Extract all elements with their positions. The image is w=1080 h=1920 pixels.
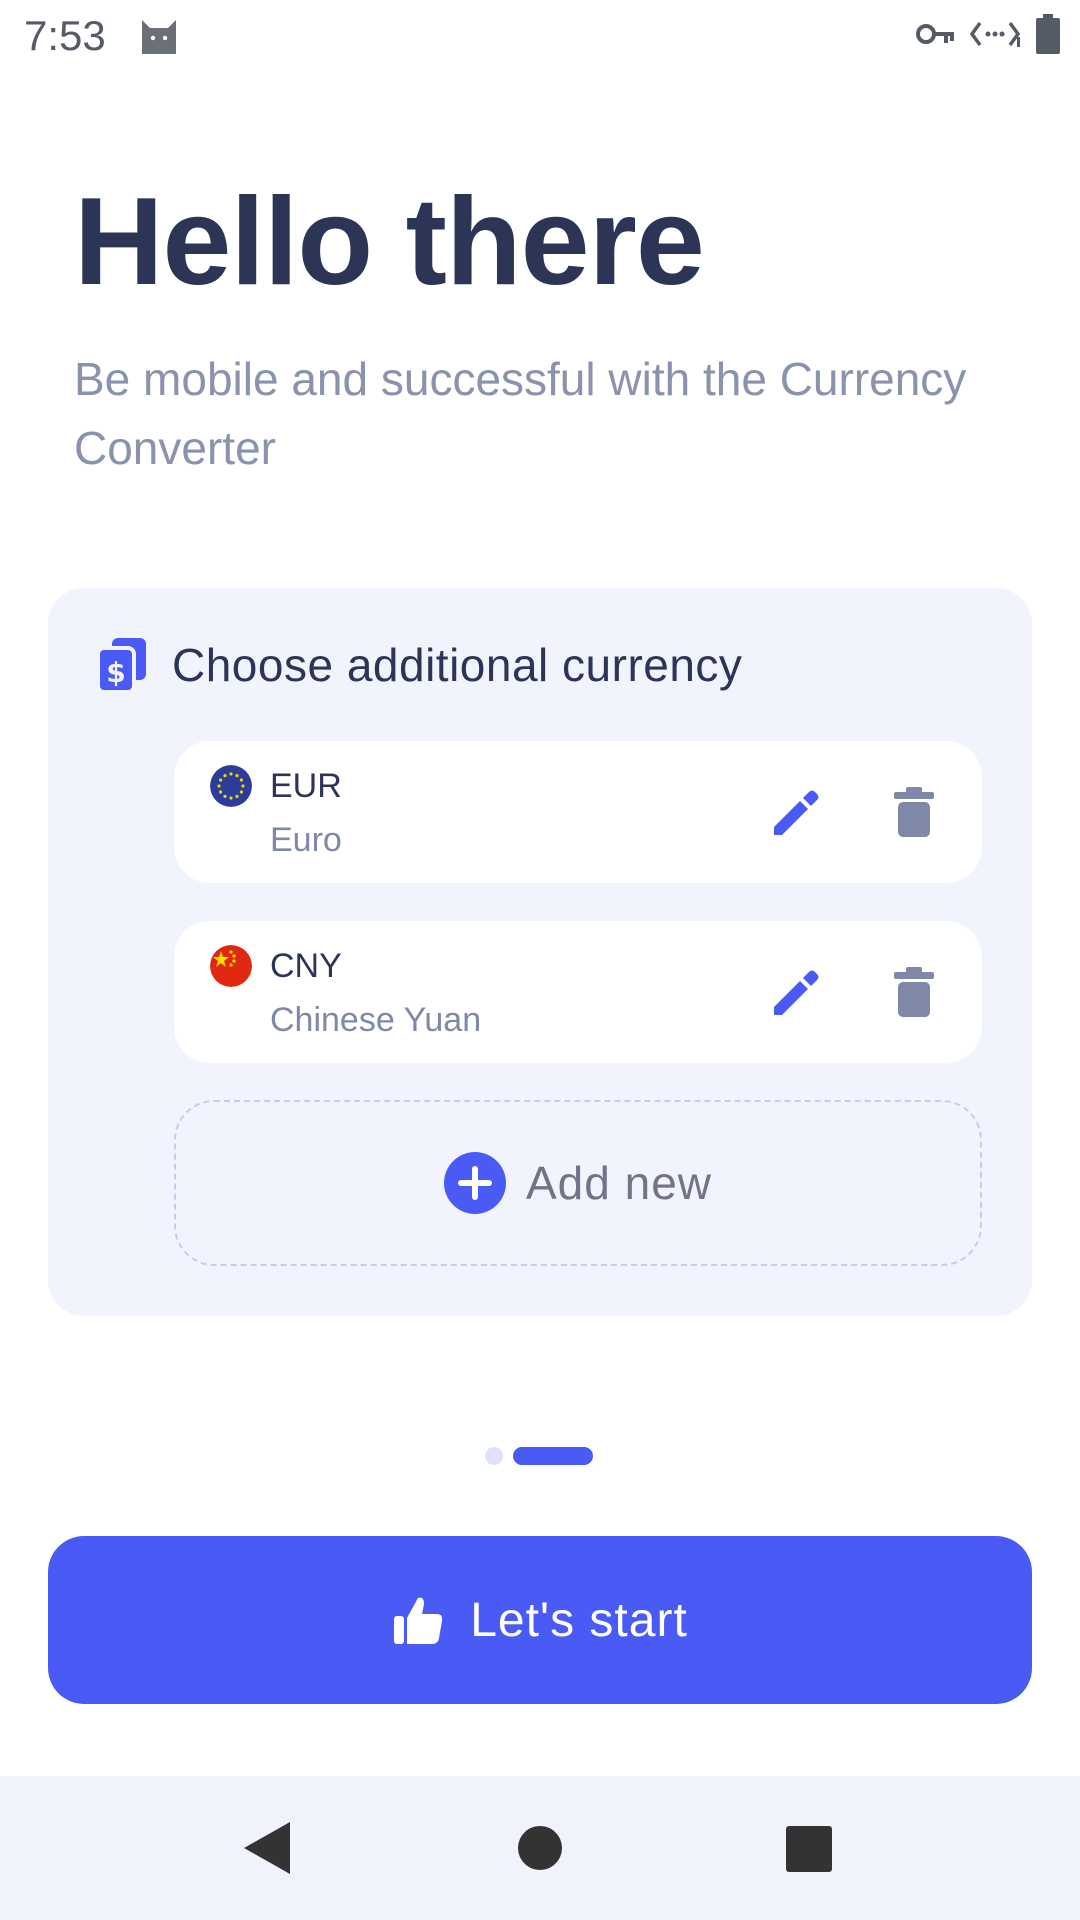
currency-notes-icon: $ bbox=[98, 638, 146, 692]
svg-text:$: $ bbox=[106, 656, 125, 689]
page-dot bbox=[485, 1447, 503, 1465]
currency-row-eur[interactable]: EUR Euro bbox=[174, 741, 982, 883]
currency-code: CNY bbox=[270, 947, 342, 985]
delete-icon[interactable] bbox=[894, 967, 934, 1017]
currency-card: $ Choose additional currency EUR Euro CN… bbox=[48, 588, 1032, 1316]
lets-start-button[interactable]: Let's start bbox=[48, 1536, 1032, 1704]
card-header: $ Choose additional currency bbox=[98, 638, 742, 692]
lets-start-label: Let's start bbox=[470, 1593, 688, 1647]
page-dot-active bbox=[513, 1447, 593, 1465]
recents-icon[interactable] bbox=[786, 1826, 832, 1872]
card-title: Choose additional currency bbox=[172, 639, 743, 691]
vpn-key-icon bbox=[916, 24, 954, 44]
edit-icon[interactable] bbox=[770, 787, 822, 839]
status-icons bbox=[916, 14, 1060, 54]
battery-icon bbox=[1036, 14, 1060, 54]
currency-name: Euro bbox=[270, 821, 342, 859]
plus-circle-icon bbox=[443, 1152, 506, 1214]
system-nav-bar bbox=[0, 1776, 1080, 1920]
currency-code: EUR bbox=[270, 767, 342, 805]
add-new-button[interactable]: Add new bbox=[174, 1100, 982, 1266]
edit-icon[interactable] bbox=[770, 967, 822, 1019]
currency-row-cny[interactable]: CNY Chinese Yuan bbox=[174, 921, 982, 1063]
page-subtitle: Be mobile and successful with the Curren… bbox=[74, 353, 967, 474]
eu-flag-icon bbox=[210, 765, 252, 807]
page-indicator bbox=[485, 1447, 593, 1465]
delete-icon[interactable] bbox=[894, 787, 934, 837]
status-time: 7:53 bbox=[24, 12, 106, 59]
data-sync-icon bbox=[970, 21, 1021, 47]
home-icon[interactable] bbox=[518, 1826, 562, 1870]
thumbs-up-icon bbox=[394, 1597, 443, 1644]
currency-name: Chinese Yuan bbox=[270, 1001, 482, 1039]
cat-icon bbox=[142, 20, 176, 54]
status-bar: 7:53 bbox=[0, 0, 1080, 74]
back-icon[interactable] bbox=[244, 1822, 290, 1874]
add-new-label: Add new bbox=[525, 1157, 712, 1209]
page-title: Hello there bbox=[74, 173, 705, 311]
cn-flag-icon bbox=[210, 945, 252, 987]
